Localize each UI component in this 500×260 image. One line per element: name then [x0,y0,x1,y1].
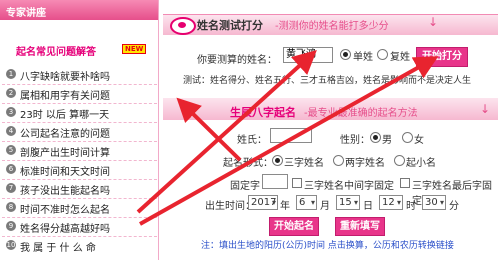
red-arrow-icon [176,97,242,162]
annotation-arrows [136,49,439,226]
red-arrow-icon [139,56,439,226]
red-arrow-icon [136,49,317,214]
